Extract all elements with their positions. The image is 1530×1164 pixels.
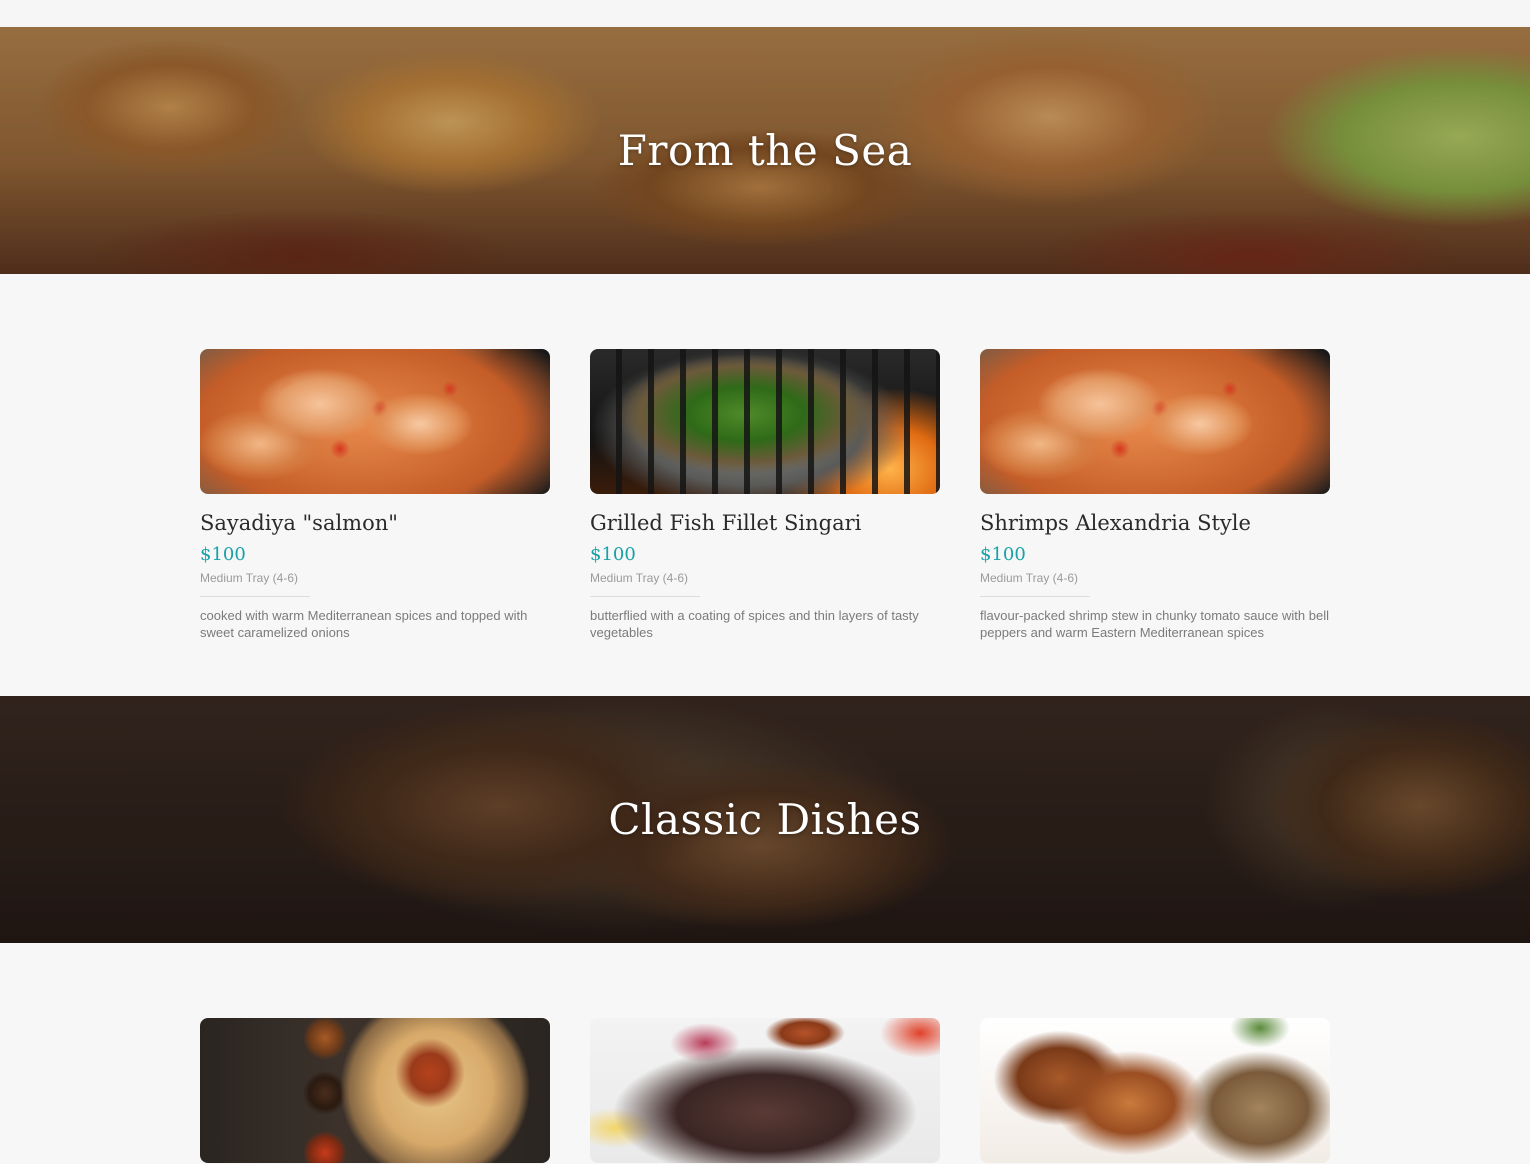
dish-size: Medium Tray (4-6) — [980, 571, 1079, 585]
menu-item-classic-1[interactable] — [200, 1018, 550, 1163]
dish-price: $100 — [590, 544, 636, 565]
divider — [590, 596, 700, 597]
classic-section-banner: Classic Dishes — [0, 696, 1530, 943]
classic-menu-list — [0, 943, 1530, 1163]
dish-size: Medium Tray (4-6) — [590, 571, 689, 585]
menu-item-classic-2[interactable] — [590, 1018, 940, 1163]
divider — [200, 596, 310, 597]
dish-name: Shrimps Alexandria Style — [980, 511, 1251, 535]
menu-item-sayadiya[interactable]: Sayadiya "salmon" $100 Medium Tray (4-6)… — [200, 349, 550, 654]
dish-description: butterflied with a coating of spices and… — [590, 608, 919, 640]
dish-price: $100 — [200, 544, 246, 565]
sayadiya-image[interactable] — [200, 349, 550, 494]
classic-section-title: Classic Dishes — [608, 795, 922, 844]
shrimps-image[interactable] — [980, 349, 1330, 494]
dish-description: flavour-packed shrimp stew in chunky tom… — [980, 608, 1329, 640]
dish-price: $100 — [980, 544, 1026, 565]
menu-item-shrimps[interactable]: Shrimps Alexandria Style $100 Medium Tra… — [980, 349, 1330, 654]
dish-size: Medium Tray (4-6) — [200, 571, 299, 585]
dish-name: Grilled Fish Fillet Singari — [590, 511, 862, 535]
top-strip — [0, 0, 1530, 27]
dish-description: cooked with warm Mediterranean spices an… — [200, 608, 528, 640]
divider — [980, 596, 1090, 597]
grilled-fish-image[interactable] — [590, 349, 940, 494]
sea-menu-list: Sayadiya "salmon" $100 Medium Tray (4-6)… — [0, 274, 1530, 696]
stuffed-pigeon-image[interactable] — [980, 1018, 1330, 1163]
menu-item-grilled-fish[interactable]: Grilled Fish Fillet Singari $100 Medium … — [590, 349, 940, 654]
dish-name: Sayadiya "salmon" — [200, 511, 398, 535]
sea-section-title: From the Sea — [617, 126, 913, 175]
liver-image[interactable] — [590, 1018, 940, 1163]
koshari-image[interactable] — [200, 1018, 550, 1163]
sea-section-banner: From the Sea — [0, 27, 1530, 274]
menu-item-classic-3[interactable] — [980, 1018, 1330, 1163]
